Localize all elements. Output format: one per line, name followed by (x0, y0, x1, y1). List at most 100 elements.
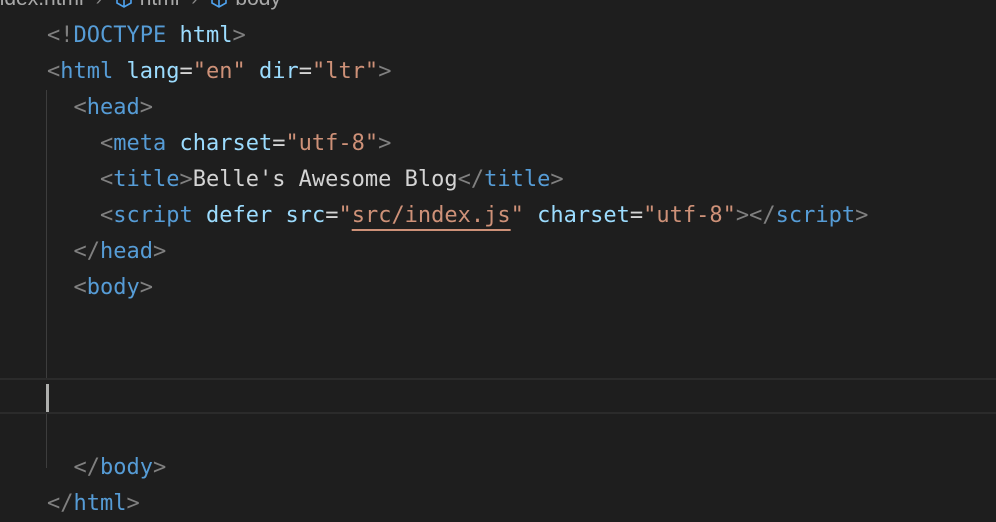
code-token: > (152, 455, 167, 480)
code-token: charset (537, 203, 630, 228)
code-line[interactable]: <meta charset="utf-8"> (0, 126, 996, 162)
code-line[interactable]: <script defer src="src/index.js" charset… (0, 198, 996, 234)
code-line-content: <meta charset="utf-8"> (47, 126, 391, 162)
code-token: dir (258, 59, 299, 84)
code-line[interactable] (0, 342, 996, 378)
cube-icon (211, 0, 228, 8)
code-line[interactable]: </html> (0, 486, 996, 522)
code-line[interactable]: <title>Belle's Awesome Blog</title> (0, 162, 996, 198)
code-token: </ (457, 167, 485, 192)
code-line[interactable]: </head> (0, 234, 996, 270)
breadcrumb-item-html[interactable]: html (114, 0, 180, 11)
text-cursor (46, 384, 49, 412)
code-token: src/index.js (351, 203, 511, 228)
code-token: " (510, 203, 524, 228)
code-token: meta (113, 131, 167, 156)
code-line[interactable]: <!DOCTYPE html> (0, 18, 996, 54)
cube-icon (115, 0, 132, 8)
code-token: < (99, 167, 114, 192)
code-token: < (73, 275, 87, 300)
code-token: > (232, 23, 246, 48)
code-token: ></ (735, 203, 776, 228)
breadcrumb: index.html › html › body (0, 0, 281, 10)
code-token: <! (47, 23, 74, 48)
code-token: > (378, 131, 392, 156)
code-token: script (113, 203, 193, 228)
code-line[interactable] (0, 306, 996, 342)
code-token: charset (179, 131, 273, 156)
code-token: src (285, 203, 326, 228)
code-token: < (73, 95, 87, 120)
code-line-content: </head> (47, 234, 167, 270)
code-token: > (378, 59, 392, 84)
breadcrumb-separator: › (96, 0, 102, 10)
breadcrumb-html-label: html (140, 0, 180, 11)
code-line-content: <body> (47, 270, 153, 306)
code-line-content: <html lang="en" dir="ltr"> (47, 54, 391, 90)
code-token: > (139, 95, 153, 120)
breadcrumb-item-body[interactable]: body (209, 0, 281, 11)
code-token: " (338, 203, 352, 228)
breadcrumb-body-label: body (235, 0, 281, 11)
code-token: html (73, 491, 127, 516)
code-line-content: <head> (47, 90, 153, 126)
code-token: = (298, 59, 312, 84)
code-token: Belle's Awesome Blog (192, 167, 458, 192)
code-token: head (100, 239, 153, 264)
code-token: < (99, 203, 114, 228)
code-token: </ (73, 455, 101, 480)
code-token: </ (47, 491, 74, 516)
code-line-content: <script defer src="src/index.js" charset… (47, 198, 868, 234)
code-token: </ (73, 239, 101, 264)
code-token: > (139, 275, 153, 300)
code-token: DOCTYPE (73, 23, 167, 48)
code-token: "utf-8" (285, 131, 379, 156)
code-line[interactable]: </body> (0, 450, 996, 486)
code-line[interactable]: <head> (0, 90, 996, 126)
code-line[interactable]: <html lang="en" dir="ltr"> (0, 54, 996, 90)
code-token: "ltr" (311, 59, 379, 84)
code-token: < (47, 59, 61, 84)
code-token: html (60, 59, 114, 84)
code-token: body (86, 275, 140, 300)
code-token: script (775, 203, 856, 228)
code-line[interactable]: <body> (0, 270, 996, 306)
code-token: title (484, 167, 551, 192)
code-token: body (100, 455, 153, 480)
code-line-content: <title>Belle's Awesome Blog</title> (47, 162, 564, 198)
code-token: "en" (192, 59, 246, 84)
code-token: > (152, 239, 167, 264)
code-editor[interactable]: <!DOCTYPE html> <html lang="en" dir="ltr"… (0, 18, 996, 522)
code-token: title (113, 167, 180, 192)
code-token: defer (205, 203, 273, 228)
code-token: head (86, 95, 140, 120)
code-line[interactable] (0, 414, 996, 450)
code-token: = (629, 203, 644, 228)
code-token: lang (126, 59, 180, 84)
code-token: > (855, 203, 869, 228)
code-token: > (550, 167, 564, 192)
code-line-content: </html> (47, 486, 140, 522)
code-token: > (179, 167, 193, 192)
breadcrumb-file-label: index.html (0, 0, 84, 11)
code-line-content: </body> (47, 450, 167, 486)
breadcrumb-item-file[interactable]: index.html (0, 0, 84, 11)
code-line-content: <!DOCTYPE html> (47, 18, 246, 54)
code-token: = (272, 131, 286, 156)
current-code-line[interactable] (0, 378, 996, 414)
code-token: < (99, 131, 114, 156)
code-token: > (126, 491, 140, 516)
